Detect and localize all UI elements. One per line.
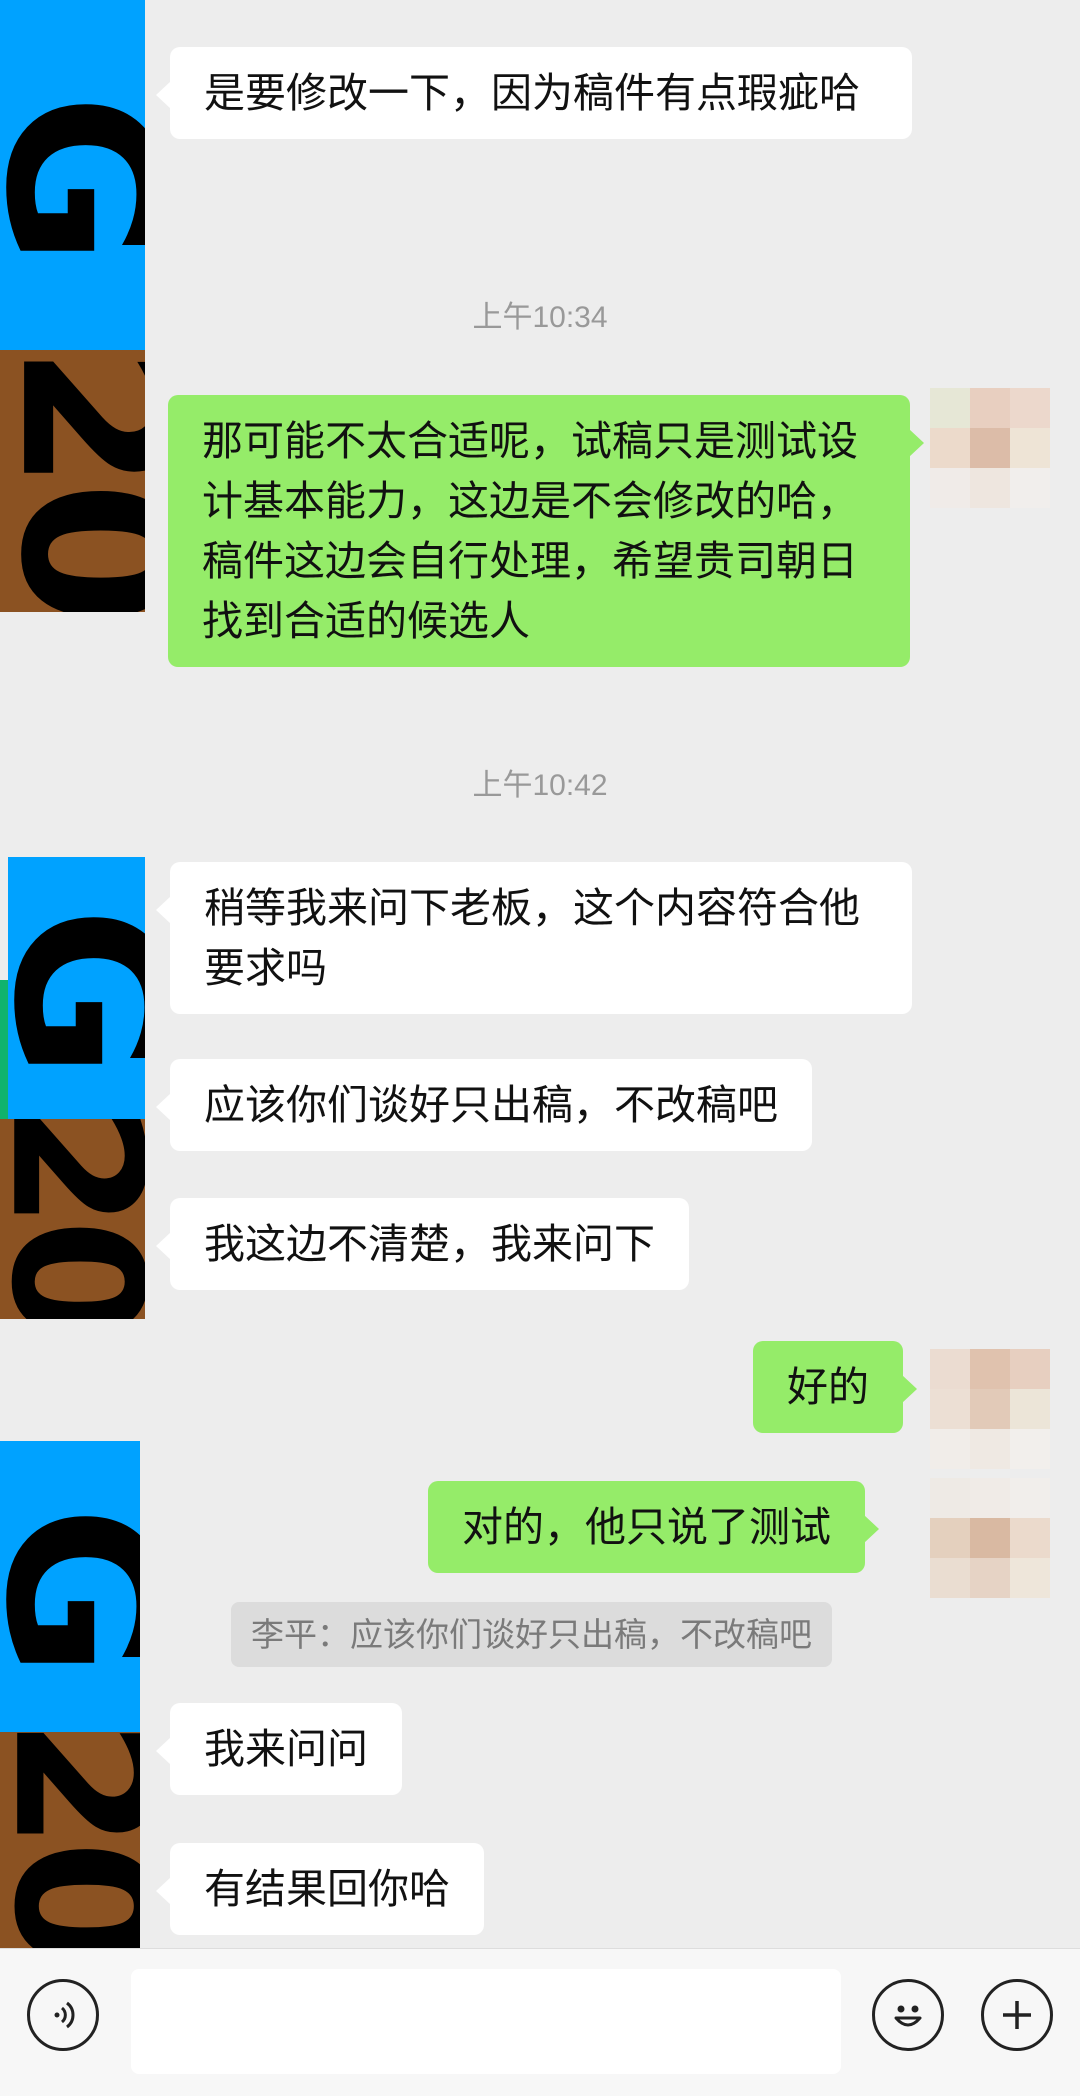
message-text: 我来问问 (204, 1725, 368, 1773)
overlay-number: 20 (0, 1119, 145, 1319)
input-bar (0, 1948, 1080, 2096)
green-strip (0, 980, 8, 1119)
overlay-number: 20 (0, 350, 145, 612)
contact-avatar-overlay-20[interactable]: 20 (0, 1119, 145, 1319)
overlay-letter: G (0, 1505, 140, 1667)
message-text: 好的 (787, 1363, 869, 1411)
message-text: 应该你们谈好只出稿，不改稿吧 (204, 1081, 778, 1129)
incoming-message[interactable]: 是要修改一下，因为稿件有点瑕疵哈 (156, 47, 912, 139)
message-text: 对的，他只说了测试 (462, 1503, 831, 1551)
message-text: 有结果回你哈 (204, 1865, 450, 1913)
self-avatar[interactable] (930, 388, 1050, 508)
quoted-message[interactable]: 李平：应该你们谈好只出稿，不改稿吧 (231, 1602, 832, 1667)
contact-avatar-overlay-20[interactable]: 20 (0, 350, 145, 612)
incoming-message[interactable]: 有结果回你哈 (156, 1843, 484, 1935)
outgoing-message[interactable]: 好的 (753, 1341, 917, 1433)
overlay-letter: G (0, 94, 145, 256)
message-input[interactable] (131, 1969, 841, 2074)
voice-icon[interactable] (27, 1979, 99, 2051)
message-text: 稍等我来问下老板，这个内容符合他要求吗 (204, 884, 860, 992)
overlay-number: 20 (0, 1732, 140, 1948)
contact-avatar-overlay-20[interactable]: 20 (0, 1732, 140, 1948)
message-text: 那可能不太合适呢，试稿只是测试设计基本能力，这边是不会修改的哈，稿件这边会自行处… (202, 417, 858, 645)
incoming-message[interactable]: 我这边不清楚，我来问下 (156, 1198, 689, 1290)
contact-avatar-overlay-g[interactable]: G (0, 1441, 140, 1732)
timestamp: 上午10:34 (472, 301, 608, 334)
overlay-letter: G (8, 907, 145, 1069)
timestamp: 上午10:42 (472, 769, 608, 802)
outgoing-message[interactable]: 那可能不太合适呢，试稿只是测试设计基本能力，这边是不会修改的哈，稿件这边会自行处… (168, 395, 924, 667)
message-text: 是要修改一下，因为稿件有点瑕疵哈 (204, 69, 860, 117)
contact-avatar-overlay-g[interactable]: G (8, 857, 145, 1119)
emoji-icon[interactable] (872, 1979, 944, 2051)
plus-icon[interactable] (981, 1979, 1053, 2051)
self-avatar[interactable] (930, 1349, 1050, 1469)
message-text: 我这边不清楚，我来问下 (204, 1220, 655, 1268)
outgoing-message[interactable]: 对的，他只说了测试 (428, 1481, 879, 1573)
incoming-message[interactable]: 应该你们谈好只出稿，不改稿吧 (156, 1059, 812, 1151)
self-avatar[interactable] (930, 1478, 1050, 1598)
incoming-message[interactable]: 我来问问 (156, 1703, 402, 1795)
incoming-message[interactable]: 稍等我来问下老板，这个内容符合他要求吗 (156, 862, 912, 1014)
